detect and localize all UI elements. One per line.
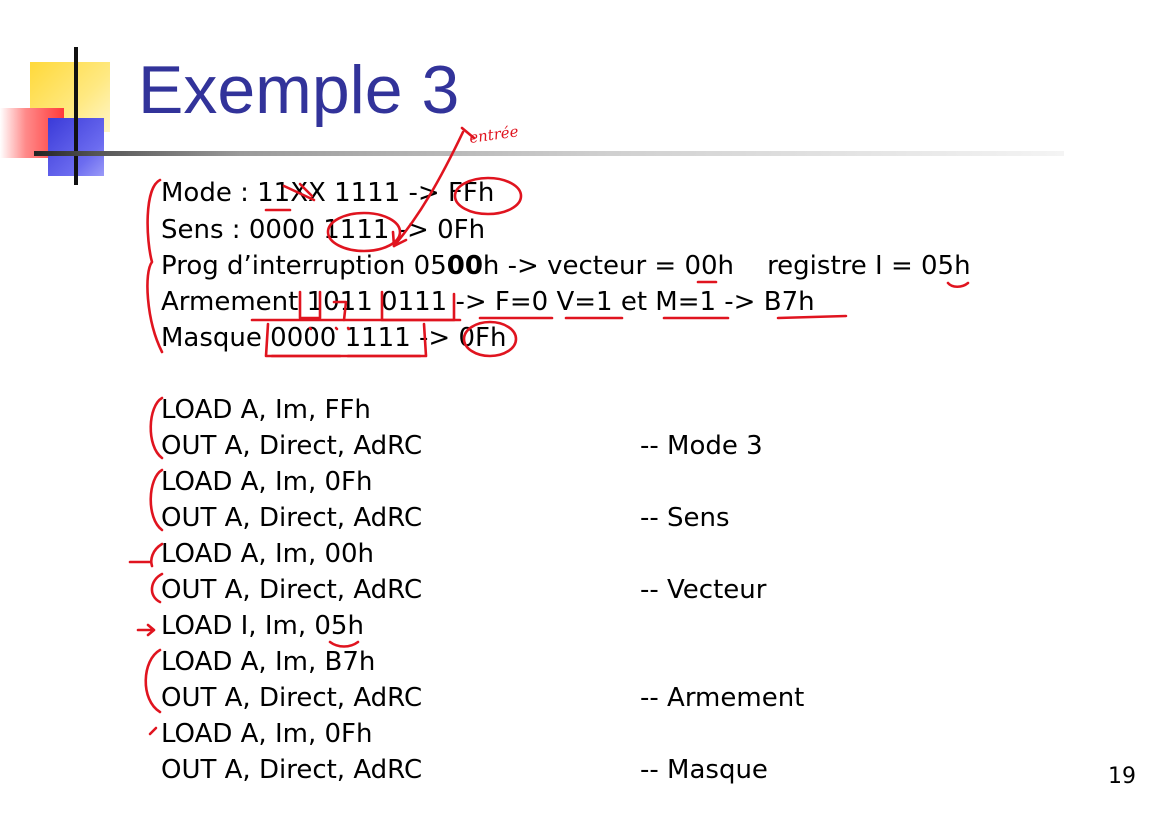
config-line-mode: Mode : 11XX 1111 -> FFh	[161, 177, 494, 209]
config-line-armement: Armement 1011 0111 -> F=0 V=1 et M=1 -> …	[161, 286, 815, 318]
ink-tick-masque	[148, 726, 158, 736]
ink-brace-config	[146, 178, 164, 354]
ink-arrow-load-i	[136, 623, 156, 637]
code-instruction: OUT A, Direct, AdRC	[161, 503, 423, 533]
title-underline-bar	[34, 151, 1064, 156]
code-comment: -- Sens	[640, 503, 730, 533]
code-instruction: LOAD A, Im, FFh	[161, 395, 371, 425]
config-line-text-tail: h -> vecteur = 00h registre I = 05h	[482, 251, 971, 281]
ink-underline-registre-05	[946, 281, 970, 289]
config-line-masque: Masque 0000 1111 -> 0Fh	[161, 322, 506, 354]
code-instruction: OUT A, Direct, AdRC	[161, 431, 423, 461]
ink-dash-vecteur	[128, 542, 164, 568]
code-comment: -- Armement	[640, 683, 805, 713]
ink-arrow-line	[460, 126, 476, 140]
code-instruction: LOAD I, Im, 05h	[161, 611, 364, 641]
code-instruction: OUT A, Direct, AdRC	[161, 755, 423, 785]
config-line-text: Armement 1011 0111 -> F=0 V=1 et M=1 -> …	[161, 287, 815, 317]
config-line-prog: Prog d’interruption 0500h -> vecteur = 0…	[161, 250, 971, 282]
code-instruction: LOAD A, Im, 0Fh	[161, 719, 373, 749]
slide: Exemple 3 Mode : 11XX 1111 -> FFh Sens :…	[0, 0, 1161, 814]
code-instruction: OUT A, Direct, AdRC	[161, 683, 423, 713]
page-number: 19	[1108, 764, 1136, 789]
decorative-vertical-bar	[74, 47, 78, 185]
handwritten-note: entrée	[468, 122, 520, 147]
code-comment: -- Vecteur	[640, 575, 767, 605]
config-line-text: Sens : 0000 1111 -> 0Fh	[161, 215, 486, 245]
code-instruction: LOAD A, Im, 00h	[161, 539, 375, 569]
code-instruction: OUT A, Direct, AdRC	[161, 575, 423, 605]
code-instruction: LOAD A, Im, 0Fh	[161, 467, 373, 497]
code-instruction: LOAD A, Im, B7h	[161, 647, 376, 677]
config-line-text: Mode : 11XX 1111 -> FFh	[161, 178, 495, 208]
config-line-text: Masque 0000 1111 -> 0Fh	[161, 323, 507, 353]
ink-bracket-armement	[144, 648, 162, 714]
config-line-text: Prog d’interruption 05	[161, 251, 447, 281]
config-line-sens: Sens : 0000 1111 -> 0Fh	[161, 214, 485, 246]
code-comment: -- Mode 3	[640, 431, 763, 461]
code-comment: -- Masque	[640, 755, 768, 785]
slide-title: Exemple 3	[138, 52, 460, 128]
config-line-bold-text: 00	[446, 251, 483, 281]
